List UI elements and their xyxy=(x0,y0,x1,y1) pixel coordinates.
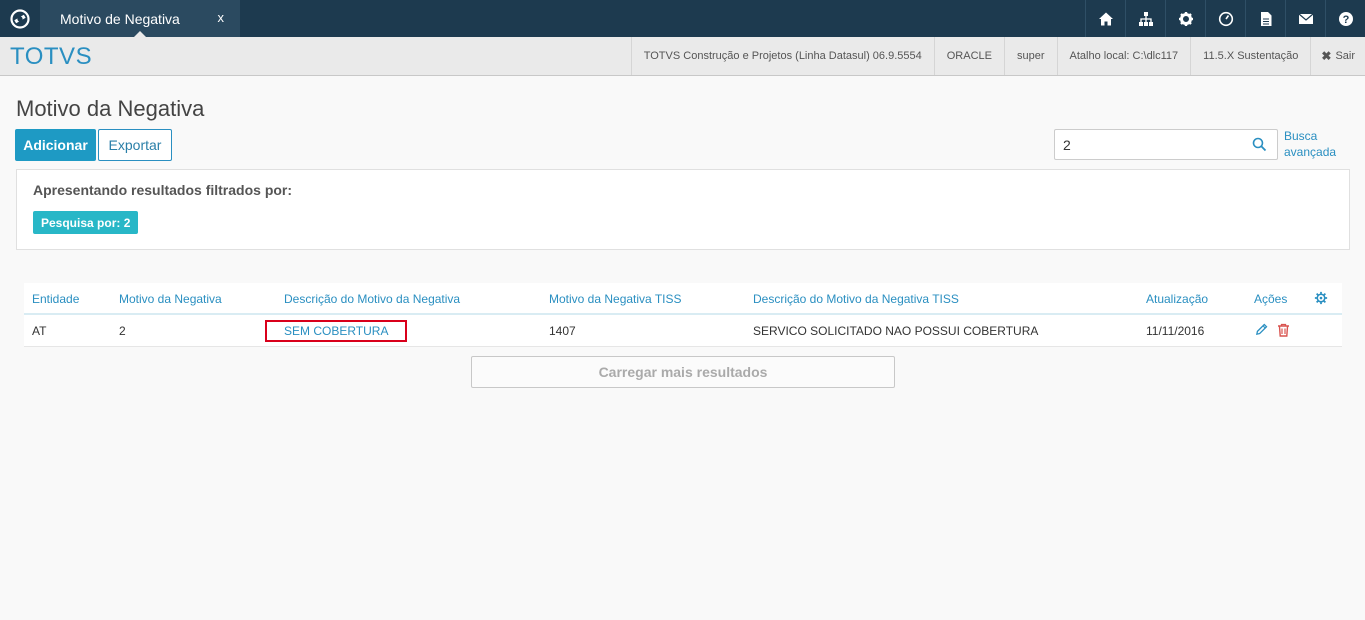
header-bar: TOTVS TOTVS Construção e Projetos (Linha… xyxy=(0,37,1365,76)
filter-panel: Apresentando resultados filtrados por: P… xyxy=(16,169,1350,250)
cell-entidade: AT xyxy=(32,324,47,338)
table-header: Entidade Motivo da Negativa Descrição do… xyxy=(24,283,1342,315)
header-atualizacao[interactable]: Atualização xyxy=(1146,292,1208,306)
clock-icon[interactable] xyxy=(1205,0,1245,37)
header-descricao[interactable]: Descrição do Motivo da Negativa xyxy=(284,292,460,306)
search-box xyxy=(1054,129,1278,160)
results-table: Entidade Motivo da Negativa Descrição do… xyxy=(24,283,1342,347)
logout-button[interactable]: ✖ Sair xyxy=(1310,37,1365,75)
shortcut-info[interactable]: Atalho local: C:\dlc117 xyxy=(1056,37,1191,75)
column-settings-gear-icon[interactable] xyxy=(1314,291,1328,310)
mail-icon[interactable] xyxy=(1285,0,1325,37)
cell-atualizacao: 11/11/2016 xyxy=(1146,324,1205,338)
delete-trash-icon[interactable] xyxy=(1277,323,1290,342)
database-info[interactable]: ORACLE xyxy=(933,37,1004,75)
brand-logo: TOTVS xyxy=(10,43,93,70)
header-motivo[interactable]: Motivo da Negativa xyxy=(119,292,222,306)
advanced-search-line1: Busca xyxy=(1284,129,1318,143)
filter-badge[interactable]: Pesquisa por: 2 xyxy=(33,211,139,234)
close-icon: ✖ xyxy=(1321,49,1332,63)
logout-label: Sair xyxy=(1335,50,1355,62)
cell-motivo-tiss: 1407 xyxy=(549,324,576,338)
table-row: AT 2 SEM COBERTURA 1407 SERVICO SOLICITA… xyxy=(24,315,1342,347)
highlight-box xyxy=(265,320,407,342)
add-button[interactable]: Adicionar xyxy=(15,129,96,161)
totvs-logo-icon[interactable] xyxy=(0,0,40,37)
tab-title: Motivo de Negativa xyxy=(60,10,180,27)
search-input[interactable] xyxy=(1055,130,1245,159)
svg-text:?: ? xyxy=(1342,14,1349,26)
page-title: Motivo da Negativa xyxy=(16,96,205,121)
filter-title: Apresentando resultados filtrados por: xyxy=(33,182,293,198)
header-motivo-tiss[interactable]: Motivo da Negativa TISS xyxy=(549,292,682,306)
gear-icon[interactable] xyxy=(1165,0,1205,37)
version-info[interactable]: 11.5.X Sustentação xyxy=(1190,37,1310,75)
search-icon[interactable] xyxy=(1252,137,1267,157)
header-descricao-tiss[interactable]: Descrição do Motivo da Negativa TISS xyxy=(753,292,959,306)
cell-descricao-tiss: SERVICO SOLICITADO NAO POSSUI COBERTURA xyxy=(753,324,1039,338)
tab-close-icon[interactable]: x xyxy=(218,10,225,25)
tab-motivo-de-negativa[interactable]: Motivo de Negativa x xyxy=(40,0,240,38)
advanced-search-line2: avançada xyxy=(1284,145,1337,159)
export-button[interactable]: Exportar xyxy=(98,129,172,161)
edit-pencil-icon[interactable] xyxy=(1255,323,1268,341)
top-navigation-bar: Motivo de Negativa x ? xyxy=(0,0,1365,38)
help-icon[interactable]: ? xyxy=(1325,0,1365,37)
product-info[interactable]: TOTVS Construção e Projetos (Linha Datas… xyxy=(630,37,934,75)
header-entidade[interactable]: Entidade xyxy=(32,292,79,306)
document-icon[interactable] xyxy=(1245,0,1285,37)
home-icon[interactable] xyxy=(1085,0,1125,37)
user-info[interactable]: super xyxy=(1004,37,1057,75)
cell-motivo: 2 xyxy=(119,324,126,338)
load-more-button[interactable]: Carregar mais resultados xyxy=(471,356,895,388)
advanced-search-link[interactable]: Busca avançada xyxy=(1284,128,1336,160)
header-acoes: Ações xyxy=(1254,292,1288,306)
sitemap-icon[interactable] xyxy=(1125,0,1165,37)
